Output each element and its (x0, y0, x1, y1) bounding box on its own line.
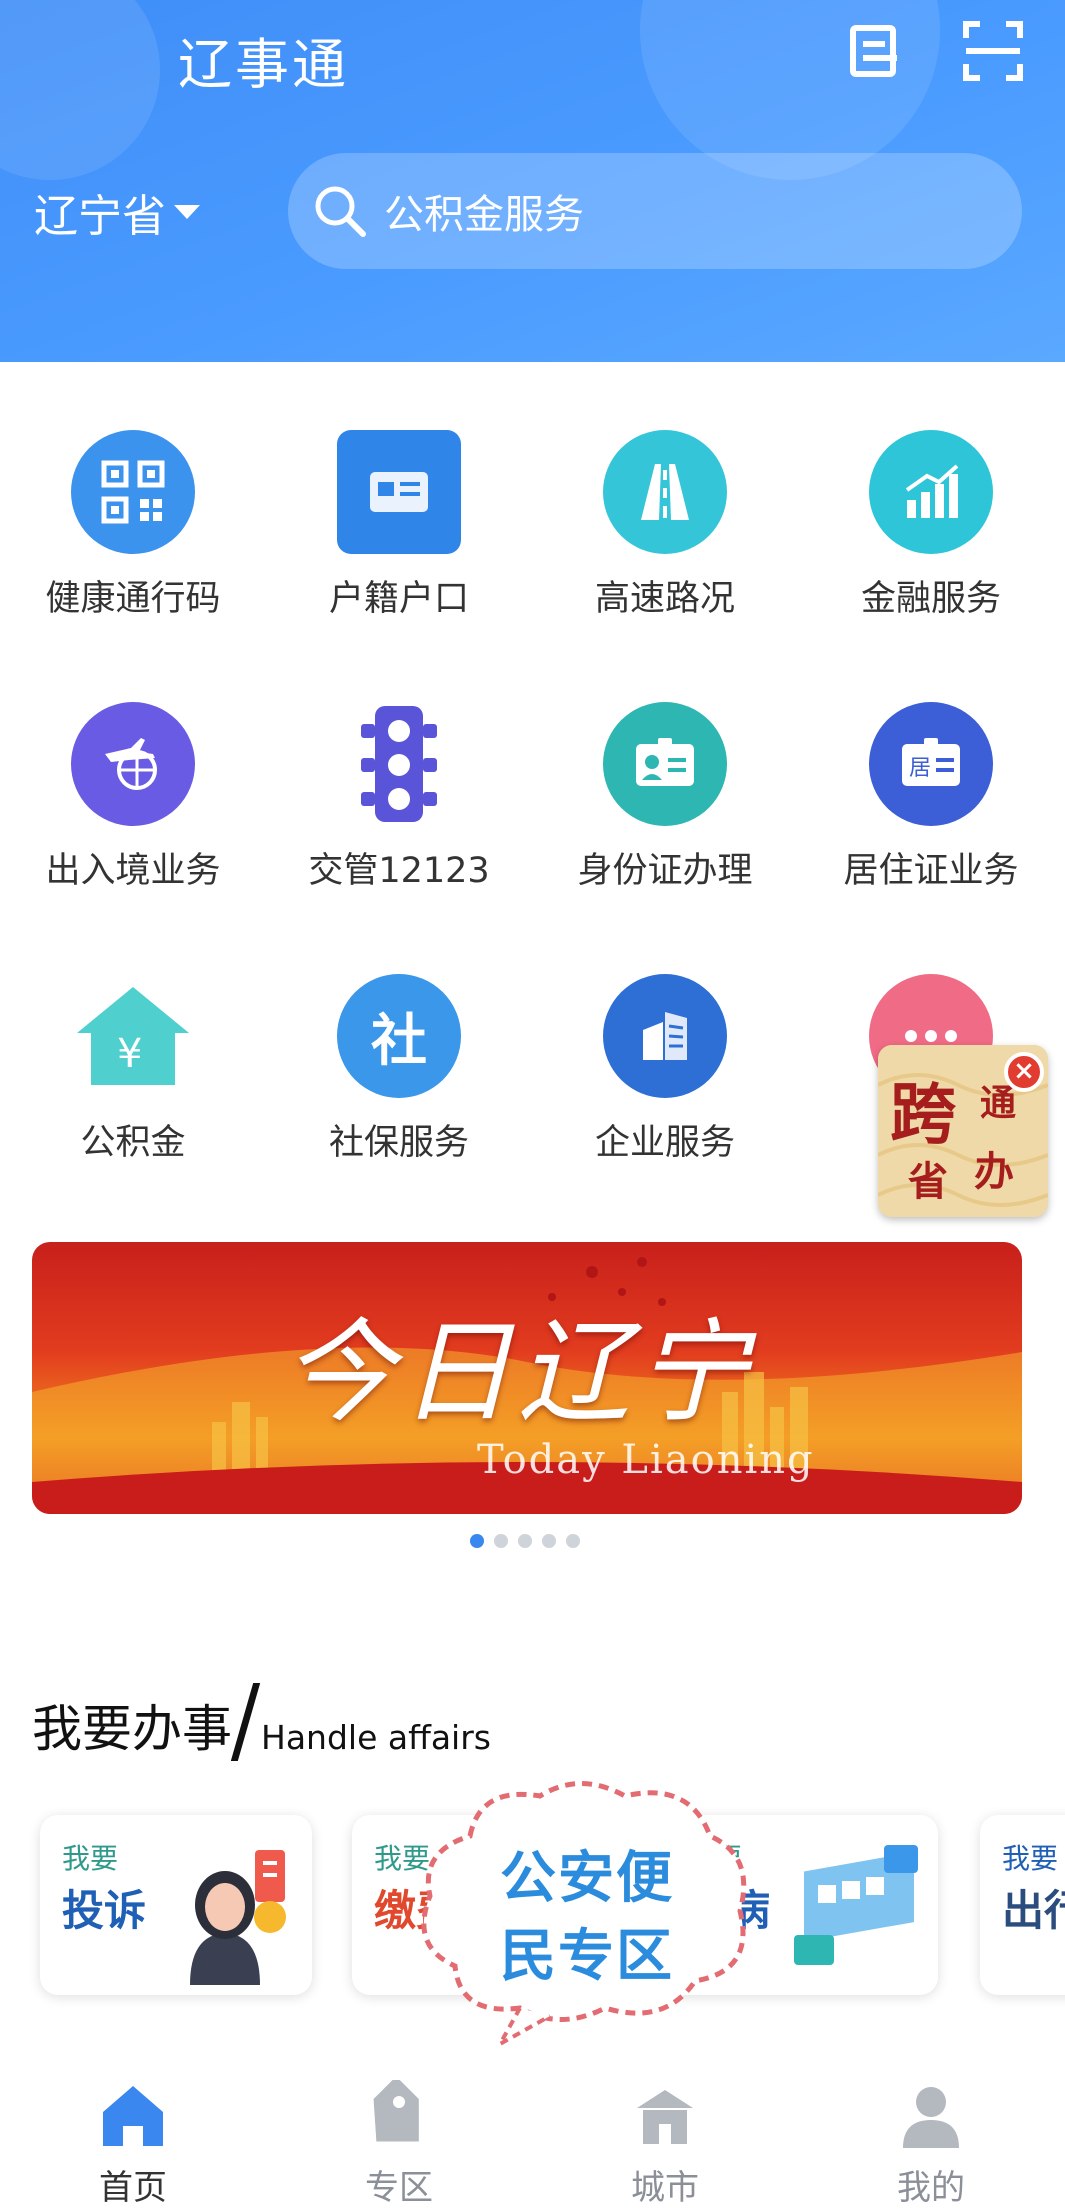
tab-label: 我的 (897, 2168, 965, 2208)
province-selector[interactable]: 辽宁省 (34, 180, 200, 244)
svg-text:居: 居 (909, 756, 931, 781)
bar-chart-icon (869, 430, 993, 554)
badge-char: 通 (980, 1082, 1016, 1124)
service-label: 出入境业务 (45, 851, 221, 891)
qr-code-icon (71, 430, 195, 554)
svg-text:¥: ¥ (117, 1031, 142, 1077)
card-small-label: 我要 (62, 1842, 119, 1875)
badge-char: 办 (974, 1148, 1014, 1195)
residence-card-icon: 居 (869, 702, 993, 826)
tab-label: 专区 (365, 2168, 433, 2208)
promo-line: 公安便 (500, 1846, 674, 1911)
carousel-dot[interactable] (566, 1534, 580, 1548)
service-label: 金融服务 (860, 579, 1001, 619)
section-heading: 我要办事 Handle affairs (32, 1683, 491, 1761)
promo-line: 民专区 (500, 1924, 674, 1989)
card-small-label: 我要 (1002, 1842, 1059, 1875)
tab-city[interactable]: 城市 (532, 2070, 798, 2209)
service-label: 健康通行码 (45, 579, 221, 619)
province-label: 辽宁省 (34, 191, 166, 242)
carousel-dot[interactable] (494, 1534, 508, 1548)
service-label: 公积金 (80, 1123, 186, 1163)
section-title-cn: 我要办事 (32, 1700, 232, 1758)
service-label: 企业服务 (594, 1123, 735, 1163)
close-icon[interactable]: × (1004, 1052, 1044, 1092)
city-gate-icon (637, 2090, 693, 2144)
card-complaint[interactable]: 我要 投诉 (40, 1815, 312, 1995)
service-id-card[interactable]: 身份证办理 (532, 702, 798, 893)
banner-subtitle: Today Liaoning (477, 1437, 815, 1483)
id-card-icon (603, 702, 727, 826)
carousel-dot-active[interactable] (470, 1534, 484, 1548)
service-highway[interactable]: 高速路况 (532, 430, 798, 621)
hospital-illustration-icon (794, 1845, 918, 1965)
service-label: 高速路况 (594, 579, 735, 619)
social-security-icon: 社 (337, 974, 461, 1098)
service-label: 交管12123 (308, 851, 490, 891)
badge-big-char: 跨 (890, 1075, 957, 1153)
user-icon (903, 2087, 959, 2148)
service-social-security[interactable]: 社 社保服务 (266, 974, 532, 1165)
scan-icon[interactable] (962, 20, 1024, 82)
card-big-label: 投诉 (62, 1886, 147, 1935)
tag-icon (373, 2076, 419, 2142)
section-divider (230, 1683, 261, 1761)
badge-char: 省 (908, 1158, 948, 1205)
carousel-indicator (470, 1534, 580, 1548)
service-label: 身份证办理 (577, 851, 753, 891)
house-yuan-icon: ¥ (71, 974, 195, 1098)
service-housing-fund[interactable]: ¥ 公积金 (0, 974, 266, 1165)
id-card-book-icon (337, 430, 461, 554)
home-icon (103, 2086, 163, 2146)
building-icon (603, 974, 727, 1098)
app-header: 辽事通 辽宁省 公积金服务 (0, 0, 1065, 362)
service-label: 社保服务 (328, 1123, 469, 1163)
section-title-en: Handle affairs (261, 1718, 491, 1757)
app-title: 辽事通 (178, 33, 349, 96)
tab-label: 城市 (631, 2168, 699, 2208)
woman-avatar-icon (190, 1850, 286, 1985)
message-icon[interactable] (845, 20, 907, 82)
tab-zone[interactable]: 专区 (266, 2070, 532, 2209)
service-finance[interactable]: 金融服务 (798, 430, 1064, 621)
search-bar[interactable]: 公积金服务 (288, 153, 1022, 269)
service-health-code[interactable]: 健康通行码 (0, 430, 266, 621)
service-enterprise[interactable]: 企业服务 (532, 974, 798, 1165)
service-residence[interactable]: 居 居住证业务 (798, 702, 1064, 893)
promo-text[interactable]: 公安便 民专区 (452, 1840, 722, 1996)
card-big-label: 出行 (1002, 1886, 1065, 1935)
service-traffic[interactable]: 交管12123 (266, 702, 532, 893)
service-household[interactable]: 户籍户口 (266, 430, 532, 621)
carousel-dot[interactable] (518, 1534, 532, 1548)
header-decoration (0, 0, 160, 180)
carousel-dot[interactable] (542, 1534, 556, 1548)
banner-title: 今日辽宁 (282, 1308, 754, 1438)
highway-icon (603, 430, 727, 554)
search-placeholder: 公积金服务 (384, 192, 584, 238)
airplane-globe-icon (71, 702, 195, 826)
tab-label: 首页 (99, 2168, 167, 2208)
service-exit-entry[interactable]: 出入境业务 (0, 702, 266, 893)
card-travel[interactable]: 我要 出行 (980, 1815, 1065, 1995)
tab-home[interactable]: 首页 (0, 2070, 266, 2209)
search-icon (315, 186, 366, 237)
tab-mine[interactable]: 我的 (798, 2070, 1064, 2209)
traffic-light-icon (337, 702, 461, 826)
banner-today-liaoning[interactable]: 今日辽宁 Today Liaoning (32, 1242, 1022, 1514)
service-label: 居住证业务 (843, 851, 1019, 891)
service-label: 户籍户口 (328, 579, 469, 619)
caret-down-icon (174, 205, 200, 219)
bottom-tab-bar: 首页 专区 城市 我的 (0, 2070, 1065, 2210)
